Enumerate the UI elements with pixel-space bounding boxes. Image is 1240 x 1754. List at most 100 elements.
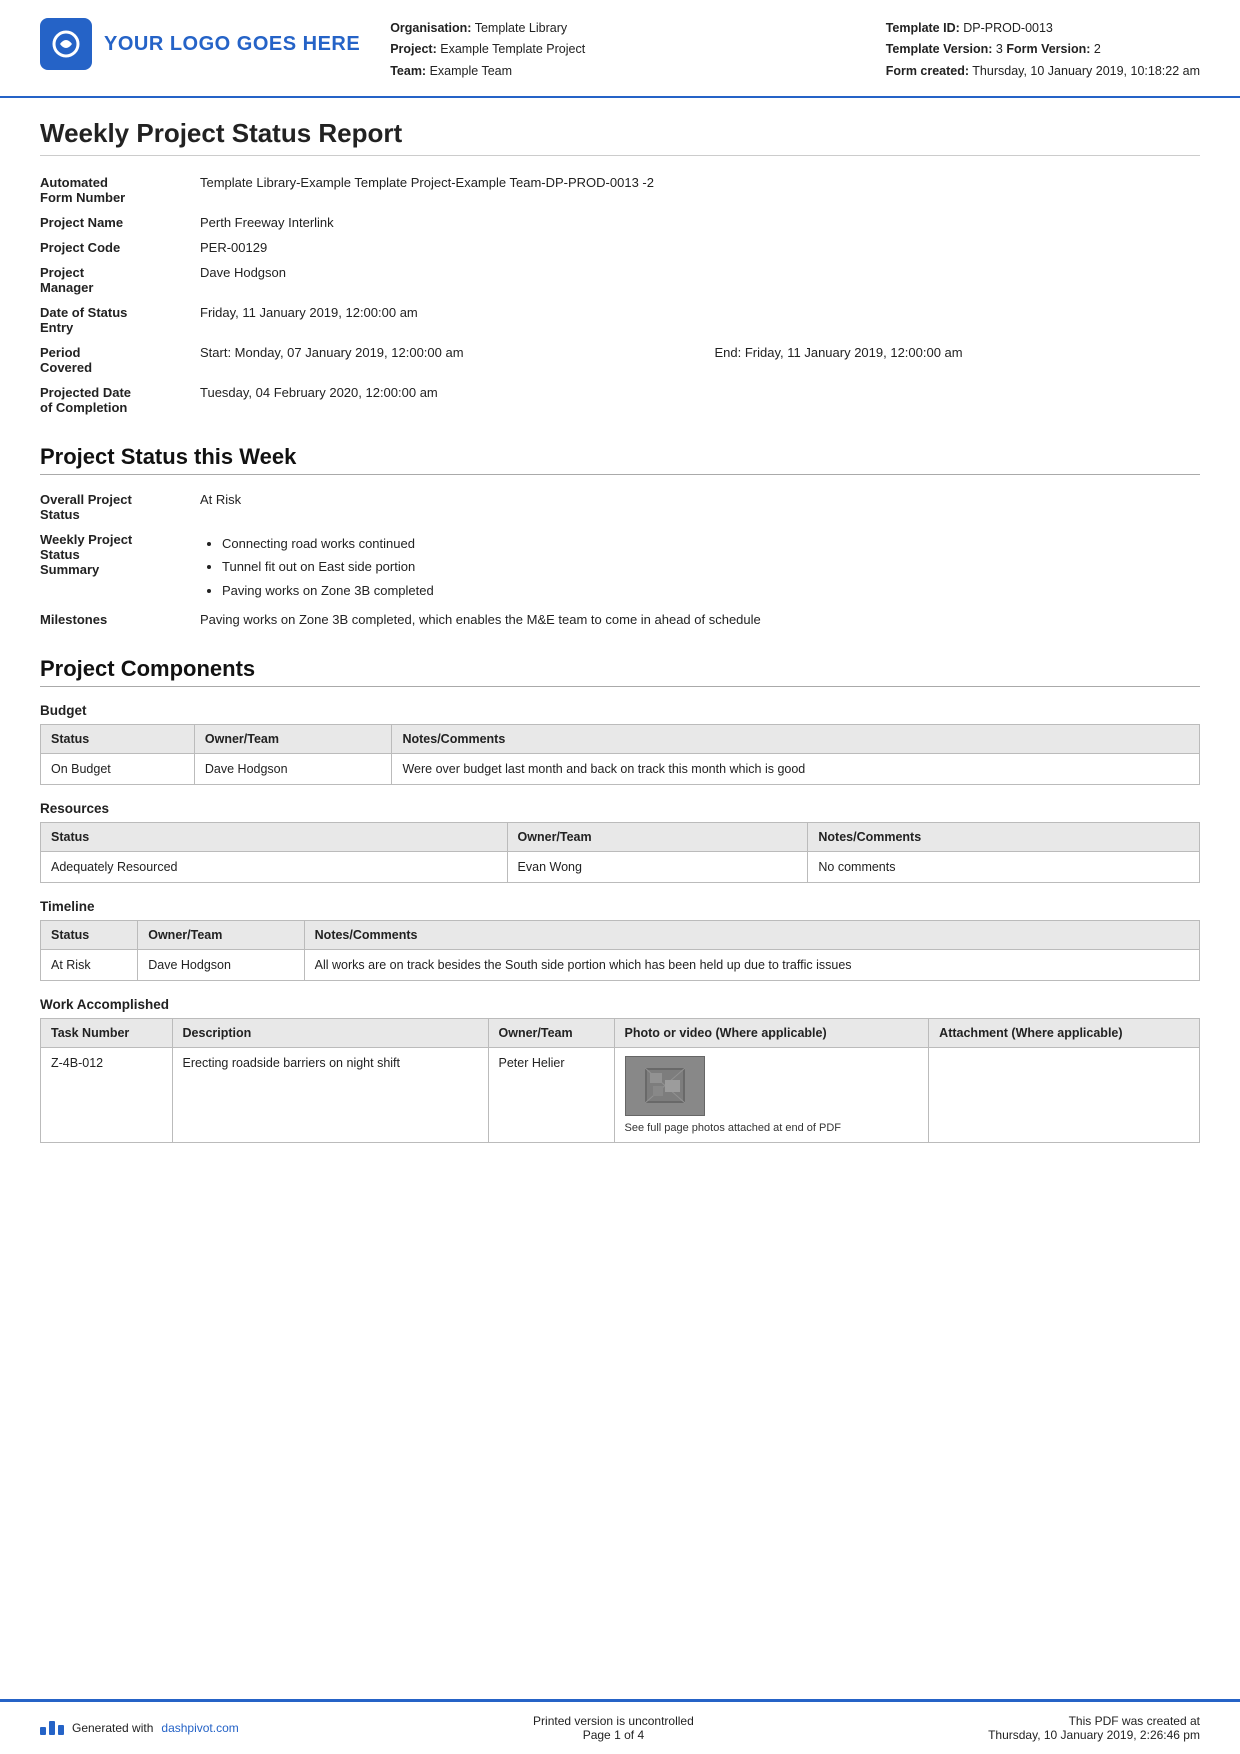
bullet-item-3: Paving works on Zone 3B completed bbox=[222, 579, 1190, 602]
label-milestones: Milestones bbox=[40, 607, 200, 632]
table-row: Adequately Resourced Evan Wong No commen… bbox=[41, 851, 1200, 882]
value-milestones: Paving works on Zone 3B completed, which… bbox=[200, 607, 1200, 632]
resources-col-owner: Owner/Team bbox=[507, 822, 808, 851]
resources-row1-owner: Evan Wong bbox=[507, 851, 808, 882]
budget-row1-owner: Dave Hodgson bbox=[194, 753, 392, 784]
template-id-value: DP-PROD-0013 bbox=[963, 21, 1053, 35]
header-meta-right: Template ID: DP-PROD-0013 Template Versi… bbox=[886, 18, 1200, 82]
form-version-value: 2 bbox=[1094, 42, 1101, 56]
field-label-period-covered: PeriodCovered bbox=[40, 340, 200, 380]
table-budget: Status Owner/Team Notes/Comments On Budg… bbox=[40, 724, 1200, 785]
template-version-label: Template Version: bbox=[886, 42, 993, 56]
page-current: 1 bbox=[614, 1728, 621, 1742]
report-title: Weekly Project Status Report bbox=[40, 118, 1200, 156]
budget-col-owner: Owner/Team bbox=[194, 724, 392, 753]
team-label: Team: bbox=[390, 64, 426, 78]
org-value: Template Library bbox=[475, 21, 567, 35]
budget-row1-status: On Budget bbox=[41, 753, 195, 784]
field-date-status: Date of StatusEntry Friday, 11 January 2… bbox=[40, 300, 1200, 340]
work-row1-description: Erecting roadside barriers on night shif… bbox=[172, 1047, 488, 1142]
field-project-manager: ProjectManager Dave Hodgson bbox=[40, 260, 1200, 300]
generated-link[interactable]: dashpivot.com bbox=[161, 1721, 238, 1735]
sub-title-timeline: Timeline bbox=[40, 899, 1200, 914]
main-content: Weekly Project Status Report AutomatedFo… bbox=[0, 98, 1240, 1699]
resources-row1-status: Adequately Resourced bbox=[41, 851, 508, 882]
work-col-attachment: Attachment (Where applicable) bbox=[929, 1018, 1200, 1047]
table-row: On Budget Dave Hodgson Were over budget … bbox=[41, 753, 1200, 784]
value-overall-status: At Risk bbox=[200, 487, 1200, 527]
budget-col-notes: Notes/Comments bbox=[392, 724, 1200, 753]
table-timeline: Status Owner/Team Notes/Comments At Risk… bbox=[40, 920, 1200, 981]
field-value-project-name: Perth Freeway Interlink bbox=[200, 210, 1200, 235]
photo-caption: See full page photos attached at end of … bbox=[625, 1122, 841, 1134]
table-budget-header-row: Status Owner/Team Notes/Comments bbox=[41, 724, 1200, 753]
field-projected-completion: Projected Dateof Completion Tuesday, 04 … bbox=[40, 380, 1200, 420]
team-row: Team: Example Team bbox=[390, 61, 885, 82]
field-value-project-code: PER-00129 bbox=[200, 235, 1200, 260]
page-info: Page 1 of 4 bbox=[533, 1728, 694, 1742]
template-id-label: Template ID: bbox=[886, 21, 960, 35]
field-label-project-manager: ProjectManager bbox=[40, 260, 200, 300]
work-col-owner: Owner/Team bbox=[488, 1018, 614, 1047]
work-col-photo: Photo or video (Where applicable) bbox=[614, 1018, 929, 1047]
table-row: Z-4B-012 Erecting roadside barriers on n… bbox=[41, 1047, 1200, 1142]
table-row: At Risk Dave Hodgson All works are on tr… bbox=[41, 949, 1200, 980]
footer-bars-icon bbox=[40, 1721, 64, 1735]
form-created-row: Form created: Thursday, 10 January 2019,… bbox=[886, 61, 1200, 82]
row-weekly-summary: Weekly ProjectStatusSummary Connecting r… bbox=[40, 527, 1200, 607]
resources-col-notes: Notes/Comments bbox=[808, 822, 1200, 851]
header-meta-center: Organisation: Template Library Project: … bbox=[360, 18, 885, 82]
template-version-value: 3 bbox=[996, 42, 1003, 56]
sub-title-budget: Budget bbox=[40, 703, 1200, 718]
field-value-date-status: Friday, 11 January 2019, 12:00:00 am bbox=[200, 300, 1200, 340]
weekly-bullet-list: Connecting road works continued Tunnel f… bbox=[200, 532, 1190, 602]
org-row: Organisation: Template Library bbox=[390, 18, 885, 39]
value-weekly-summary: Connecting road works continued Tunnel f… bbox=[200, 527, 1200, 607]
label-overall-status: Overall ProjectStatus bbox=[40, 487, 200, 527]
logo-svg bbox=[50, 28, 82, 60]
field-value-automated-form: Template Library-Example Template Projec… bbox=[200, 170, 1200, 210]
budget-col-status: Status bbox=[41, 724, 195, 753]
field-label-date-status: Date of StatusEntry bbox=[40, 300, 200, 340]
budget-row1-notes: Were over budget last month and back on … bbox=[392, 753, 1200, 784]
work-col-task: Task Number bbox=[41, 1018, 173, 1047]
field-project-code: Project Code PER-00129 bbox=[40, 235, 1200, 260]
pdf-created-label: This PDF was created at bbox=[988, 1714, 1200, 1728]
footer-left: Generated with dashpivot.com bbox=[40, 1721, 239, 1735]
template-version-row: Template Version: 3 Form Version: 2 bbox=[886, 39, 1200, 60]
work-row1-attachment bbox=[929, 1047, 1200, 1142]
footer-center: Printed version is uncontrolled Page 1 o… bbox=[533, 1714, 694, 1742]
footer-right: This PDF was created at Thursday, 10 Jan… bbox=[988, 1714, 1200, 1742]
field-period-covered: PeriodCovered Start: Monday, 07 January … bbox=[40, 340, 1200, 380]
field-value-period-start: Start: Monday, 07 January 2019, 12:00:00… bbox=[200, 340, 715, 380]
label-weekly-summary: Weekly ProjectStatusSummary bbox=[40, 527, 200, 607]
work-row1-owner: Peter Helier bbox=[488, 1047, 614, 1142]
page-separator: of bbox=[624, 1728, 634, 1742]
row-overall-status: Overall ProjectStatus At Risk bbox=[40, 487, 1200, 527]
table-resources: Status Owner/Team Notes/Comments Adequat… bbox=[40, 822, 1200, 883]
bullet-item-2: Tunnel fit out on East side portion bbox=[222, 555, 1190, 578]
logo-icon bbox=[40, 18, 92, 70]
form-created-label: Form created: bbox=[886, 64, 969, 78]
project-status-table: Overall ProjectStatus At Risk Weekly Pro… bbox=[40, 487, 1200, 632]
field-value-projected-completion: Tuesday, 04 February 2020, 12:00:00 am bbox=[200, 380, 1200, 420]
bar-3 bbox=[58, 1725, 64, 1735]
footer: Generated with dashpivot.com Printed ver… bbox=[0, 1699, 1240, 1754]
page-label: Page bbox=[583, 1728, 611, 1742]
sub-title-work-accomplished: Work Accomplished bbox=[40, 997, 1200, 1012]
page-wrapper: YOUR LOGO GOES HERE Organisation: Templa… bbox=[0, 0, 1240, 1754]
bullet-item-1: Connecting road works continued bbox=[222, 532, 1190, 555]
generated-text: Generated with bbox=[72, 1721, 153, 1735]
form-created-value: Thursday, 10 January 2019, 10:18:22 am bbox=[972, 64, 1200, 78]
field-project-name: Project Name Perth Freeway Interlink bbox=[40, 210, 1200, 235]
project-value: Example Template Project bbox=[440, 42, 585, 56]
photo-cell: See full page photos attached at end of … bbox=[625, 1056, 919, 1134]
sub-title-resources: Resources bbox=[40, 801, 1200, 816]
resources-col-status: Status bbox=[41, 822, 508, 851]
project-row: Project: Example Template Project bbox=[390, 39, 885, 60]
work-col-description: Description bbox=[172, 1018, 488, 1047]
print-note: Printed version is uncontrolled bbox=[533, 1714, 694, 1728]
table-resources-header-row: Status Owner/Team Notes/Comments bbox=[41, 822, 1200, 851]
field-label-projected-completion: Projected Dateof Completion bbox=[40, 380, 200, 420]
section-title-project-status: Project Status this Week bbox=[40, 444, 1200, 475]
